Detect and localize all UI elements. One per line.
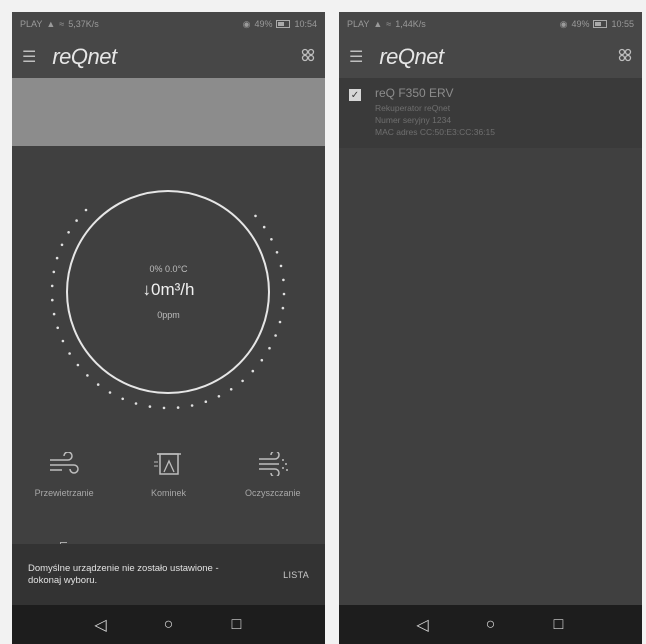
gauge-tick xyxy=(241,379,244,383)
gauge-tick xyxy=(108,391,112,394)
battery-percent: 49% xyxy=(254,19,273,29)
phone-screen-device-list: PLAY ▲ ≈ 1,44K/s ◉ 49% 10:55 ☰ reQnet ✓ … xyxy=(339,12,642,644)
battery-percent: 49% xyxy=(571,19,590,29)
wind-icon xyxy=(48,451,80,478)
gauge-tick xyxy=(162,406,166,410)
gauge-tick xyxy=(61,339,65,343)
recents-icon[interactable]: □ xyxy=(227,616,247,634)
gauge-tick xyxy=(134,402,138,405)
device-serial: Numer seryjny 1234 xyxy=(375,115,452,125)
gauge-tick xyxy=(260,358,264,362)
carrier-label: PLAY xyxy=(347,19,370,29)
header-banner xyxy=(12,78,325,146)
device-info: reQ F350 ERV Rekuperator reQnet Numer se… xyxy=(375,86,495,138)
gauge-tick xyxy=(75,219,78,222)
airflow-gauge[interactable]: 0% 0.0°C ↓0m³/h 0ppm xyxy=(12,172,325,412)
device-name: reQ F350 ERV xyxy=(375,86,454,100)
gauge-tick xyxy=(86,374,89,377)
home-icon[interactable]: ○ xyxy=(481,616,501,634)
signal-icon: ▲ xyxy=(373,19,383,29)
gauge-tick xyxy=(84,208,88,212)
gauge-tick xyxy=(190,404,194,407)
clock: 10:55 xyxy=(611,19,634,29)
gauge-tick xyxy=(229,388,233,391)
gauge-tick xyxy=(148,405,152,408)
gauge-airflow: ↓0m³/h xyxy=(142,280,195,299)
snackbar-list-button[interactable]: LISTA xyxy=(283,570,309,580)
hamburger-menu-icon[interactable]: ☰ xyxy=(349,47,363,67)
gauge-tick xyxy=(217,395,221,398)
fireplace-icon xyxy=(152,452,184,478)
status-bar: PLAY ▲ ≈ 5,37K/s ◉ 49% 10:54 xyxy=(12,12,325,36)
system-nav-bar: ◁ ○ □ xyxy=(12,605,325,644)
gauge-level-temperature: 0% 0.0°C xyxy=(149,264,188,274)
device-list-item[interactable]: ✓ reQ F350 ERV Rekuperator reQnet Numer … xyxy=(339,78,642,148)
system-nav-bar: ◁ ○ □ xyxy=(339,605,642,644)
gauge-tick xyxy=(274,334,277,337)
app-logo: reQnet xyxy=(379,44,444,69)
hamburger-menu-icon[interactable]: ☰ xyxy=(22,47,36,67)
gauge-tick xyxy=(96,383,100,386)
snackbar: Domyślne urządzenie nie zostało ustawion… xyxy=(12,544,325,605)
device-type: Rekuperator reQnet xyxy=(375,103,451,113)
mode-label: Kominek xyxy=(150,488,186,498)
gauge-tick xyxy=(67,231,70,234)
gauge-tick xyxy=(176,406,180,409)
status-bar: PLAY ▲ ≈ 1,44K/s ◉ 49% 10:55 xyxy=(339,12,642,36)
recents-icon[interactable]: □ xyxy=(549,616,569,634)
phone-screen-main: PLAY ▲ ≈ 5,37K/s ◉ 49% 10:54 ☰ reQnet 0%… xyxy=(12,12,325,644)
app-bar: ☰ reQnet xyxy=(339,36,642,78)
gauge-tick xyxy=(281,306,285,310)
gauge-tick xyxy=(262,225,266,229)
network-speed: 1,44K/s xyxy=(395,19,426,29)
gauge-co2: 0ppm xyxy=(157,310,180,320)
gauge-tick xyxy=(254,214,257,218)
network-speed: 5,37K/s xyxy=(68,19,99,29)
snackbar-message: Domyślne urządzenie nie zostało ustawion… xyxy=(28,562,219,586)
back-icon[interactable]: ◁ xyxy=(413,615,433,635)
gauge-tick xyxy=(278,320,282,324)
mode-fireplace-button[interactable]: Kominek xyxy=(118,452,218,498)
gauge-tick xyxy=(121,397,124,401)
gauge-tick xyxy=(68,352,71,355)
mode-ventilation-button[interactable]: Przewietrzanie xyxy=(14,451,114,498)
devices-icon[interactable] xyxy=(301,48,315,67)
wifi-icon: ≈ xyxy=(59,19,65,29)
mode-label: Przewietrzanie xyxy=(34,488,94,498)
gauge-tick xyxy=(251,369,255,373)
battery-icon xyxy=(276,20,291,28)
device-mac: MAC adres CC:50:E3:CC:36:15 xyxy=(375,127,495,137)
clock: 10:54 xyxy=(294,19,317,29)
gauge-tick xyxy=(55,256,59,260)
location-icon: ◉ xyxy=(559,18,568,29)
carrier-label: PLAY xyxy=(20,19,43,29)
purify-icon xyxy=(257,450,289,478)
signal-icon: ▲ xyxy=(46,19,56,29)
gauge-tick xyxy=(204,400,208,403)
home-icon[interactable]: ○ xyxy=(159,616,179,634)
gauge-tick xyxy=(268,346,271,350)
gauge-tick xyxy=(270,238,273,241)
wifi-icon: ≈ xyxy=(386,19,392,29)
gauge-tick xyxy=(60,243,64,247)
mode-buttons: Przewietrzanie Kominek Oczyszczanie xyxy=(12,450,325,498)
app-bar: ☰ reQnet xyxy=(12,36,325,78)
battery-icon xyxy=(593,20,608,28)
mode-label: Oczyszczanie xyxy=(245,488,301,498)
back-icon[interactable]: ◁ xyxy=(91,615,111,635)
location-icon: ◉ xyxy=(242,18,251,29)
app-logo: reQnet xyxy=(52,44,117,69)
devices-icon[interactable] xyxy=(618,48,632,67)
mode-purify-button[interactable]: Oczyszczanie xyxy=(223,450,323,498)
gauge-tick xyxy=(56,326,59,330)
device-checkbox[interactable]: ✓ xyxy=(349,89,361,101)
gauge-tick xyxy=(275,251,279,254)
gauge-tick xyxy=(76,363,80,367)
